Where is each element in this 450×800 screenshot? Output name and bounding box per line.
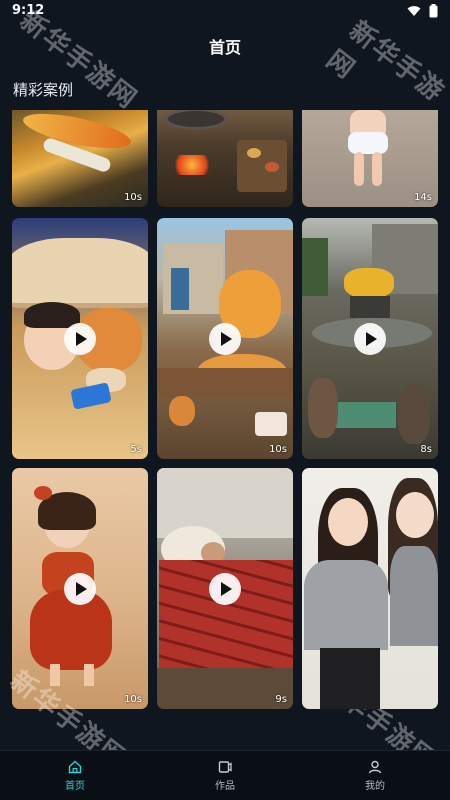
status-bar: 9:12 [0, 0, 450, 22]
case-tile-twins[interactable] [302, 468, 438, 709]
case-tile-baby-walking[interactable]: 14s [302, 110, 438, 207]
nav-profile[interactable]: 我的 [300, 751, 450, 800]
play-button[interactable] [209, 572, 241, 605]
case-tile-fish[interactable]: 10s [12, 110, 148, 207]
tile-duration: 10s [269, 444, 287, 455]
wifi-icon [407, 6, 421, 16]
nav-home[interactable]: 首页 [0, 751, 150, 800]
tile-duration: 8s [420, 444, 432, 455]
play-button[interactable] [209, 322, 241, 355]
case-tile-money-bed[interactable]: 9s [157, 468, 293, 709]
play-button[interactable] [64, 572, 96, 605]
case-tile-desert-girl[interactable]: 10s [12, 468, 148, 709]
tile-duration: 10s [124, 694, 142, 705]
profile-icon [368, 760, 382, 773]
bottom-nav: 首页 作品 我的 [0, 750, 450, 800]
nav-works[interactable]: 作品 [150, 751, 300, 800]
tile-duration: 10s [124, 192, 142, 203]
status-icons [407, 4, 438, 18]
case-tile-village[interactable]: 8s [302, 218, 438, 459]
tile-duration: 5s [130, 444, 142, 455]
nav-profile-label: 我的 [365, 780, 385, 792]
status-time: 9:12 [12, 3, 45, 18]
case-tile-cat-party[interactable]: 10s [157, 218, 293, 459]
play-button[interactable] [354, 322, 386, 355]
tile-duration: 14s [414, 192, 432, 203]
page-title: 首页 [208, 38, 241, 57]
case-tile-cooking[interactable] [157, 110, 293, 207]
play-button[interactable] [64, 322, 96, 355]
battery-icon [429, 4, 438, 18]
nav-home-label: 首页 [65, 780, 85, 792]
case-tile-baby-cat[interactable]: 5s [12, 218, 148, 459]
nav-works-label: 作品 [215, 780, 235, 792]
case-grid[interactable]: 10s 14s 5s 10s 8s 10s 9s [0, 110, 450, 750]
works-icon [218, 760, 232, 773]
section-title: 精彩案例 [13, 81, 74, 99]
home-icon [68, 760, 82, 773]
tile-duration: 9s [275, 694, 287, 705]
